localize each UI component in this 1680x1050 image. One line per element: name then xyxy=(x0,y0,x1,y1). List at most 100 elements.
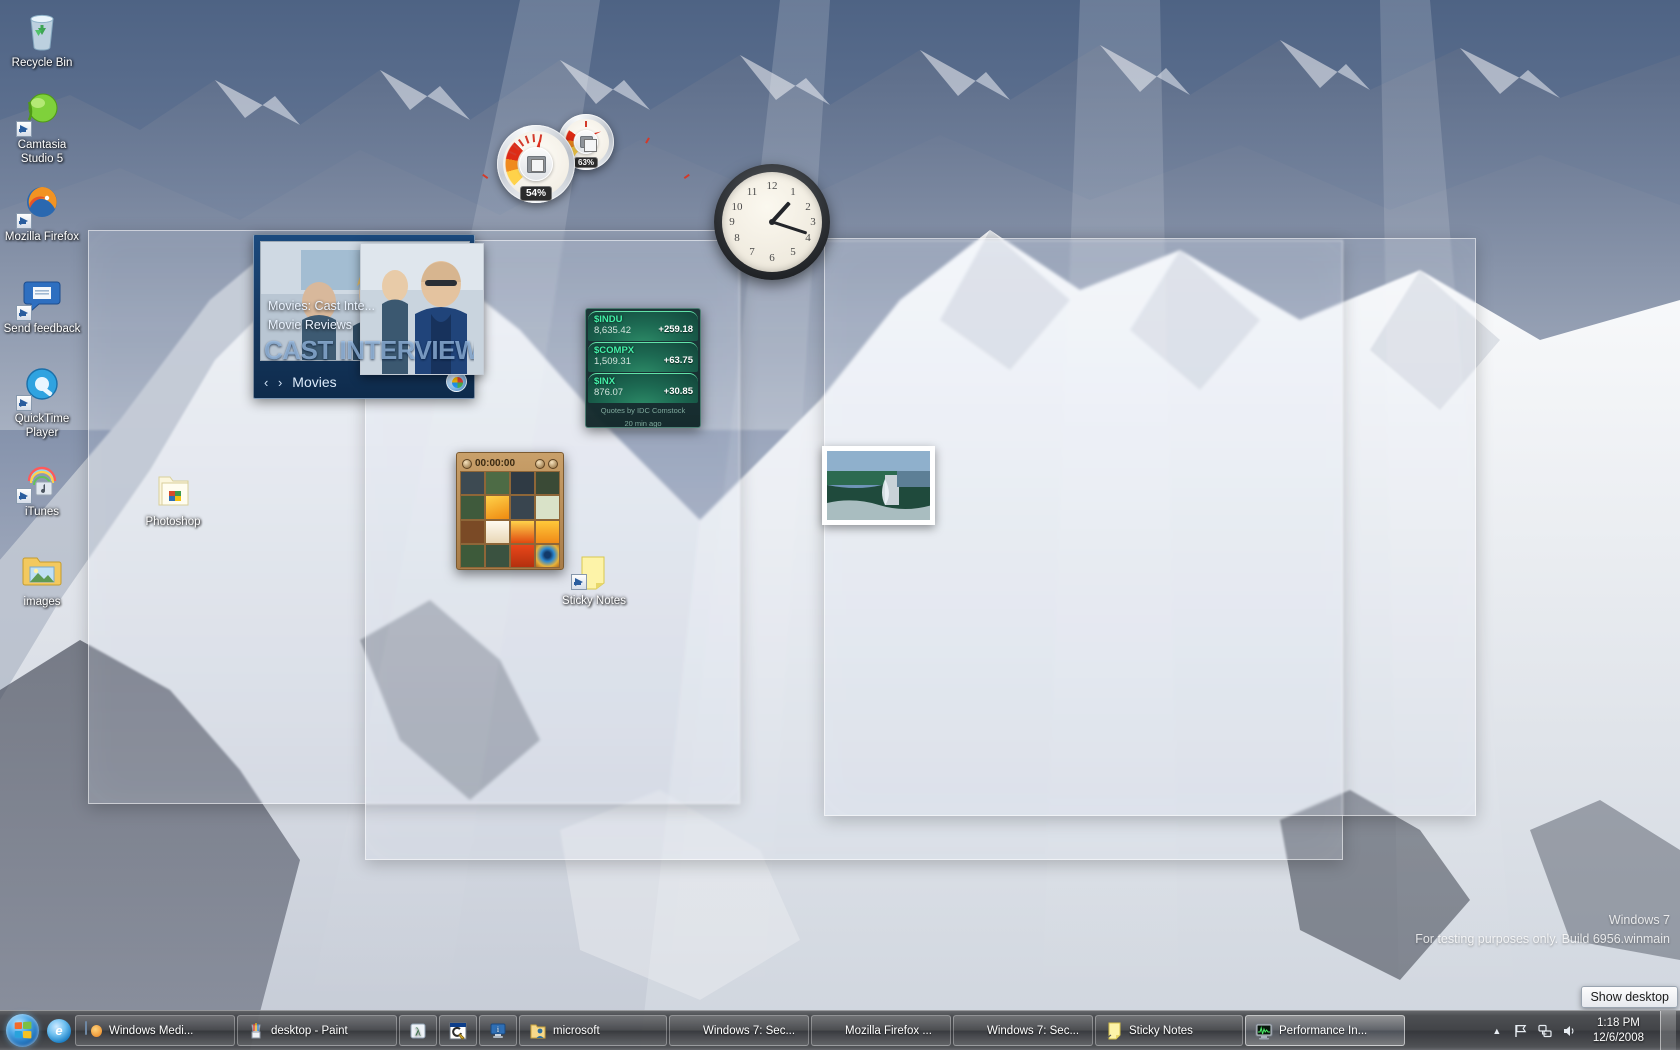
shortcut-overlay-icon xyxy=(16,488,32,504)
puzzle-tile[interactable] xyxy=(536,472,559,494)
desktop-icon-recycle-bin[interactable]: Recycle Bin xyxy=(0,6,84,71)
stock-row[interactable]: $INX 876.07 +30.85 xyxy=(588,373,698,403)
desktop-icon-send-feedback[interactable]: Send feedback xyxy=(0,272,84,337)
volume-icon[interactable] xyxy=(1561,1023,1577,1039)
firefox-icon xyxy=(679,1022,697,1040)
puzzle-tile[interactable] xyxy=(536,521,559,543)
ram-percent: 63% xyxy=(574,157,598,168)
system-info-icon: i xyxy=(489,1022,507,1040)
stock-change: +30.85 xyxy=(664,386,693,397)
photo-thumbnail-gadget[interactable] xyxy=(822,446,935,525)
puzzle-tile[interactable] xyxy=(486,472,509,494)
desktop-icon-sticky-notes[interactable]: Sticky Notes xyxy=(552,552,636,609)
windows-media-icon xyxy=(85,1022,103,1040)
taskbar-desktop-paint[interactable]: desktop - Paint xyxy=(237,1015,397,1046)
stocks-gadget[interactable]: $INDU 8,635.42 +259.18 $COMPX 1,509.31 +… xyxy=(585,308,701,428)
desktop-icon-quicktime-player[interactable]: QuickTime Player xyxy=(0,362,84,440)
puzzle-tile[interactable] xyxy=(511,521,534,543)
taskbar-button-label: desktop - Paint xyxy=(271,1025,348,1037)
puzzle-solve-icon[interactable] xyxy=(548,459,558,469)
cpu-meter-gadget[interactable]: 54% xyxy=(497,125,575,203)
desktop-icon-itunes[interactable]: iTunes xyxy=(0,455,84,520)
firefox-icon xyxy=(963,1022,981,1040)
taskbar-system-info[interactable]: i xyxy=(479,1015,517,1046)
windows-logo-icon xyxy=(6,1014,39,1047)
puzzle-tile[interactable] xyxy=(486,496,509,518)
desktop-icon-photoshop[interactable]: Photoshop xyxy=(131,465,215,530)
cpu-percent: 54% xyxy=(520,186,552,201)
clock-and-date[interactable]: 1:18 PM 12/6/2008 xyxy=(1585,1016,1652,1046)
sticky-notes-icon xyxy=(574,552,614,592)
taskbar-snipping-tool[interactable] xyxy=(439,1015,477,1046)
photoshop-folder-icon xyxy=(149,465,197,513)
desktop-icon-label: Photoshop xyxy=(131,516,215,530)
puzzle-tile[interactable] xyxy=(461,472,484,494)
stock-change: +259.18 xyxy=(658,324,693,335)
taskbar-button-label: Windows 7: Sec... xyxy=(703,1025,795,1037)
puzzle-tile[interactable] xyxy=(536,496,559,518)
start-button[interactable] xyxy=(0,1011,44,1050)
desktop-icon-label: Recycle Bin xyxy=(0,57,84,71)
desktop-icon-images[interactable]: images xyxy=(0,545,84,610)
taskbar-windows7-sec-1[interactable]: Windows 7: Sec... xyxy=(669,1015,809,1046)
puzzle-tile[interactable] xyxy=(461,521,484,543)
puzzle-hint-icon[interactable] xyxy=(535,459,545,469)
picture-puzzle-gadget[interactable]: 00:00:00 xyxy=(456,452,564,570)
system-tray[interactable]: ▲ 1:18 PM xyxy=(1489,1011,1680,1050)
puzzle-timer: 00:00:00 xyxy=(475,458,515,469)
taskbar-performance-information[interactable]: Performance In... xyxy=(1245,1015,1405,1046)
taskbar[interactable]: Windows Medi... desktop - Paint λ xyxy=(0,1010,1680,1050)
lambda-icon: λ xyxy=(409,1022,427,1040)
puzzle-tile[interactable] xyxy=(511,496,534,518)
watermark-line1: Windows 7 xyxy=(1609,913,1670,927)
photo-thumbnail-image xyxy=(827,451,930,520)
show-desktop-button[interactable] xyxy=(1660,1011,1676,1050)
desktop-icon-camtasia-studio-5[interactable]: Camtasia Studio 5 xyxy=(0,88,84,166)
taskbar-windows-media-center[interactable]: Windows Medi... xyxy=(75,1015,235,1046)
glass-window-right[interactable] xyxy=(824,238,1476,816)
paint-icon xyxy=(247,1022,265,1040)
taskbar-microsoft-folder[interactable]: microsoft xyxy=(519,1015,667,1046)
tray-date: 12/6/2008 xyxy=(1593,1031,1644,1046)
show-hidden-icons-button[interactable]: ▲ xyxy=(1489,1023,1505,1039)
clock-gadget[interactable]: 12 1 2 3 4 5 6 7 8 9 10 11 xyxy=(714,164,830,280)
clock-number: 2 xyxy=(801,201,815,213)
memory-chip-icon xyxy=(580,136,593,148)
media-nav-label: Movies xyxy=(292,374,336,390)
media-overlay-word: CAST INTERVIEWS xyxy=(264,335,475,366)
desktop[interactable]: Recycle Bin Camtasia Studio 5 Mozilla xyxy=(0,0,1680,1050)
desktop-icon-label: Send feedback xyxy=(0,323,84,337)
stock-row[interactable]: $COMPX 1,509.31 +63.75 xyxy=(588,342,698,372)
media-nav-arrows[interactable]: ‹ › xyxy=(264,375,285,390)
puzzle-tile[interactable] xyxy=(511,545,534,567)
internet-explorer-icon xyxy=(47,1019,71,1043)
desktop-icon-mozilla-firefox[interactable]: Mozilla Firefox xyxy=(0,180,84,245)
puzzle-tile[interactable] xyxy=(461,496,484,518)
puzzle-tile[interactable] xyxy=(486,521,509,543)
puzzle-tile[interactable] xyxy=(511,472,534,494)
shortcut-overlay-icon xyxy=(16,121,32,137)
camtasia-icon xyxy=(18,88,66,136)
puzzle-tile[interactable] xyxy=(536,545,559,567)
taskbar-windows7-sec-2[interactable]: Windows 7: Sec... xyxy=(953,1015,1093,1046)
tray-time: 1:18 PM xyxy=(1593,1016,1644,1031)
shortcut-overlay-icon xyxy=(571,574,587,590)
desktop-icon-label: QuickTime Player xyxy=(0,413,84,440)
puzzle-tile[interactable] xyxy=(486,545,509,567)
firefox-icon xyxy=(18,180,66,228)
network-icon[interactable] xyxy=(1537,1023,1553,1039)
media-nav[interactable]: ‹ › Movies xyxy=(264,374,337,390)
puzzle-grid[interactable] xyxy=(460,471,560,568)
action-center-flag-icon[interactable] xyxy=(1513,1023,1529,1039)
quicklaunch-internet-explorer[interactable] xyxy=(44,1011,74,1050)
stock-row[interactable]: $INDU 8,635.42 +259.18 xyxy=(588,311,698,341)
desktop-icon-label: Mozilla Firefox xyxy=(0,231,84,245)
clock-number: 6 xyxy=(765,252,779,264)
puzzle-clock-icon xyxy=(462,459,472,469)
desktop-icon-label: Sticky Notes xyxy=(552,595,636,609)
taskbar-sticky-notes[interactable]: Sticky Notes xyxy=(1095,1015,1243,1046)
taskbar-mozilla-firefox[interactable]: Mozilla Firefox ... xyxy=(811,1015,951,1046)
desktop-icon-label: Camtasia Studio 5 xyxy=(0,139,84,166)
taskbar-lambda-app[interactable]: λ xyxy=(399,1015,437,1046)
puzzle-tile[interactable] xyxy=(461,545,484,567)
